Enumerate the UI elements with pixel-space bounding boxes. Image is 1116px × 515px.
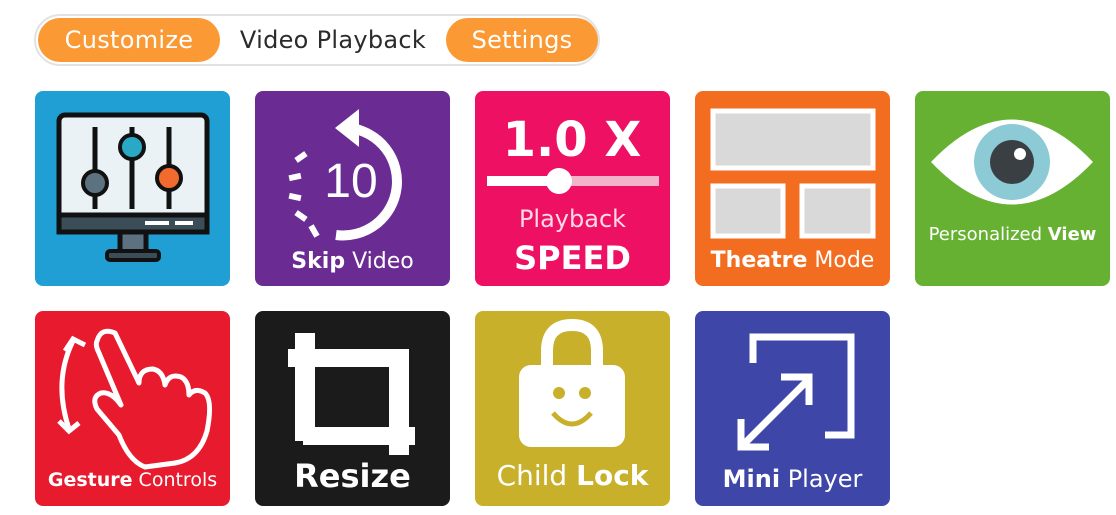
- video-playback-label: Video Playback: [239, 26, 427, 54]
- view-label-normal: Personalized: [928, 224, 1043, 245]
- settings-breadcrumb: Customize Video Playback Settings: [34, 14, 600, 66]
- tile-child-lock[interactable]: Child Lock: [475, 311, 670, 506]
- customize-button[interactable]: Customize: [38, 18, 220, 62]
- gesture-label-bold: Gesture: [47, 469, 133, 491]
- tile-skip-video[interactable]: 10 Skip Video: [255, 91, 450, 286]
- tile-playback-speed[interactable]: 1.0 X Playback SPEED: [475, 91, 670, 286]
- skip-label-normal: Video: [352, 249, 414, 274]
- resize-label: Resize: [294, 457, 411, 495]
- lock-label-normal: Child: [496, 459, 568, 492]
- monitor-equalizer-icon: [56, 112, 210, 262]
- tile-theatre-mode[interactable]: Theatre Mode: [695, 91, 890, 286]
- view-label-bold: View: [1047, 224, 1097, 245]
- tile-gesture-controls[interactable]: Gesture Controls: [35, 311, 230, 506]
- gesture-label-normal: Controls: [138, 469, 218, 491]
- speed-label-line2: SPEED: [514, 239, 631, 277]
- mini-label-normal: Player: [787, 465, 863, 493]
- lock-label-bold: Lock: [576, 459, 649, 492]
- mini-label-bold: Mini: [722, 465, 781, 493]
- skip-label-bold: Skip: [291, 249, 346, 274]
- tile-customize[interactable]: [35, 91, 230, 286]
- theatre-label-bold: Theatre: [710, 248, 808, 273]
- theatre-label-normal: Mode: [814, 248, 875, 273]
- settings-button[interactable]: Settings: [446, 18, 598, 62]
- tile-personalized-view[interactable]: Personalized View: [915, 91, 1110, 286]
- eye-icon: [931, 119, 1093, 205]
- skip-seconds-number: 10: [324, 155, 377, 208]
- speed-value: 1.0 X: [503, 112, 642, 168]
- speed-label-line1: Playback: [518, 205, 627, 233]
- tile-resize[interactable]: Resize: [255, 311, 450, 506]
- tile-mini-player[interactable]: Mini Player: [695, 311, 890, 506]
